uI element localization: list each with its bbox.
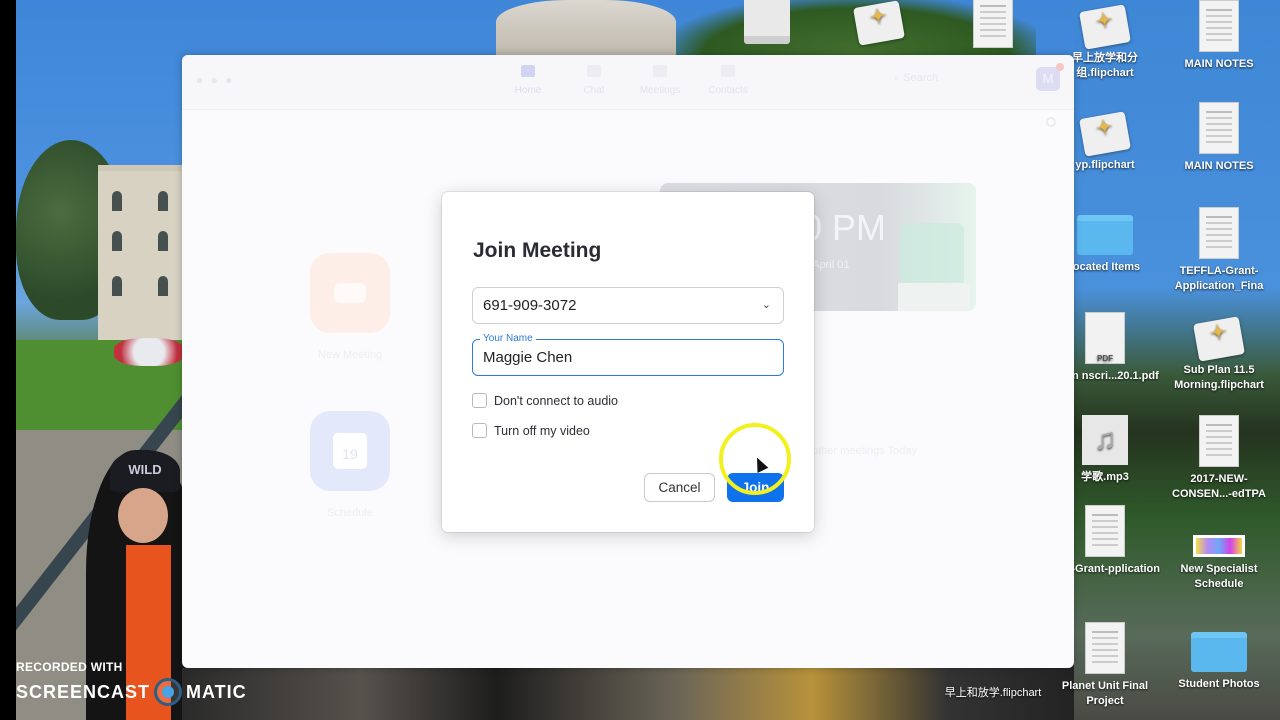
turn-off-video-checkbox[interactable]: Turn off my video (472, 423, 590, 438)
music-file-icon: ♫ (1082, 415, 1128, 465)
document-icon (1199, 0, 1239, 52)
avatar[interactable]: M (1036, 63, 1064, 91)
drive-icon (744, 0, 790, 44)
schedule-button[interactable]: 19 Schedule (310, 411, 390, 519)
notification-dot (1056, 63, 1064, 71)
desktop-icon[interactable]: Student Photos (1164, 632, 1274, 692)
window-controls[interactable]: ● ● ● (196, 73, 234, 87)
tab-chat[interactable]: Chat (564, 65, 624, 96)
desktop-icon[interactable]: MAIN NOTES (1164, 0, 1274, 72)
background-flowers (114, 338, 184, 366)
tab-contacts[interactable]: Contacts (698, 65, 758, 96)
screencast-watermark: RECORDED WITH SCREENCAST MATIC (16, 660, 247, 706)
folder-icon (1191, 632, 1247, 672)
desktop-icon-flipchart-top[interactable] (824, 0, 934, 47)
flipchart-icon (1079, 111, 1131, 157)
home-icon (521, 65, 535, 77)
pot-illustration (898, 283, 970, 311)
document-icon (1085, 505, 1125, 557)
document-icon (1199, 102, 1239, 154)
desktop-icon[interactable]: 早上和放学.flipchart (938, 686, 1048, 701)
tab-home[interactable]: Home (498, 65, 558, 96)
your-name-input[interactable] (483, 349, 773, 366)
screencast-logo-icon (154, 678, 183, 706)
chevron-down-icon: ⌄ (761, 299, 771, 311)
desktop-icon-doc-top[interactable] (938, 0, 1048, 53)
tab-meetings[interactable]: Meetings (630, 65, 690, 96)
chat-icon (587, 65, 601, 77)
background-dome (496, 0, 676, 55)
clock-time: 0 PM (802, 207, 887, 248)
video-camera-icon (334, 283, 366, 303)
desktop-icon[interactable]: Sub Plan 11.5 Morning.flipchart (1164, 316, 1274, 393)
document-icon (1085, 622, 1125, 674)
cancel-button[interactable]: Cancel (644, 473, 715, 502)
spreadsheet-icon (1193, 535, 1245, 557)
flipchart-icon (853, 0, 905, 46)
document-icon (1199, 207, 1239, 259)
join-meeting-dialog: Join Meeting 691-909-3072 ⌄ Your Name Do… (442, 192, 814, 532)
clock-icon (653, 65, 667, 77)
background-building (98, 165, 188, 340)
folder-icon (1077, 215, 1133, 255)
meeting-id-dropdown[interactable]: 691-909-3072 ⌄ (472, 287, 784, 324)
document-icon (973, 0, 1013, 48)
desktop-icon[interactable]: TEFFLA-Grant-Application_Fina (1164, 207, 1274, 294)
your-name-field[interactable]: Your Name (472, 333, 784, 376)
gear-icon[interactable] (1046, 117, 1056, 127)
checkbox-box[interactable] (472, 423, 487, 438)
contacts-icon (721, 65, 735, 77)
dialog-title: Join Meeting (473, 239, 602, 262)
your-name-label: Your Name (480, 333, 536, 344)
plant-illustration (900, 223, 964, 287)
document-icon (1199, 415, 1239, 467)
new-meeting-button[interactable]: New Meeting (310, 253, 390, 361)
search-field[interactable]: ⌕ Search (894, 72, 938, 85)
zoom-toolbar: ● ● ● Home Chat Meetings Contacts ⌕ Sear… (182, 55, 1074, 110)
dont-connect-audio-checkbox[interactable]: Don't connect to audio (472, 393, 618, 408)
flipchart-icon (1079, 4, 1131, 50)
search-icon: ⌕ (894, 72, 904, 84)
desktop-icon[interactable]: 2017-NEW-CONSEN...-edTPA (1164, 415, 1274, 502)
pdf-icon: PDF (1085, 312, 1125, 364)
calendar-icon: 19 (333, 433, 367, 469)
upcoming-meetings-text: other meetings Today (812, 445, 917, 457)
join-button[interactable]: Join (727, 473, 784, 502)
checkbox-box[interactable] (472, 393, 487, 408)
flipchart-icon (1193, 316, 1245, 362)
desktop-icon[interactable]: New Specialist Schedule (1164, 535, 1274, 592)
desktop-icon[interactable]: MAIN NOTES (1164, 102, 1274, 174)
desktop-icon-drive[interactable] (712, 0, 822, 49)
